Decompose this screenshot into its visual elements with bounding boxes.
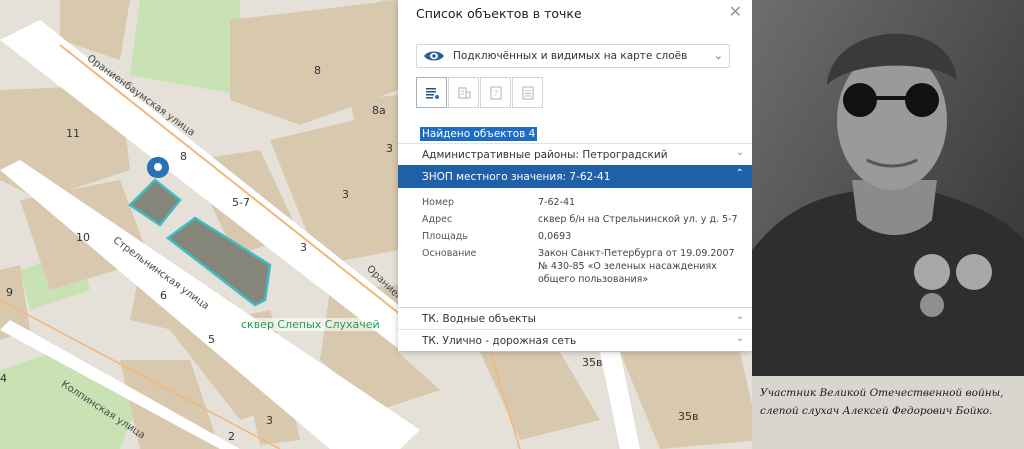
panel-header: Список объектов в точке (398, 0, 752, 26)
detail-row: Адрес сквер б/н на Стрельнинской ул. у д… (422, 213, 742, 226)
building-number: 3 (342, 188, 349, 201)
svg-text:?: ? (493, 89, 497, 98)
found-count: Найдено объектов 4 (420, 127, 538, 141)
detail-row: Площадь 0,0693 (422, 230, 742, 243)
building-number: 35в (678, 410, 699, 423)
eye-icon (424, 51, 444, 61)
list-view-button[interactable] (416, 77, 447, 108)
document-button[interactable] (512, 77, 543, 108)
detail-value: 0,0693 (538, 231, 572, 242)
close-icon[interactable]: ✕ (729, 4, 742, 20)
archive-photo: Участник Великой Отечественной войны, сл… (752, 0, 1024, 449)
building-number: 8 (314, 64, 321, 77)
building-number: 3 (266, 414, 273, 427)
question-doc-icon: ? (489, 85, 502, 100)
section-znop[interactable]: ЗНОП местного значения: 7-62-41 ⌃ (398, 165, 752, 188)
detail-row: Номер 7-62-41 (422, 196, 742, 209)
building-icon (457, 86, 471, 99)
layers-dropdown-label: Подключённых и видимых на карте слоёв (453, 50, 688, 62)
detail-key: Номер (422, 197, 454, 208)
building-number: 8а (372, 104, 386, 117)
layers-dropdown[interactable]: Подключённых и видимых на карте слоёв ⌄ (416, 44, 730, 68)
park-label[interactable]: сквер Слепых Слухачей (240, 318, 381, 331)
portrait-image (752, 0, 1024, 449)
object-list-panel: Список объектов в точке ✕ Подключённых и… (398, 0, 752, 351)
building-view-button[interactable] (448, 77, 479, 108)
section-road-network[interactable]: ТК. Улично - дорожная сеть ⌄ (398, 329, 752, 351)
detail-value: Закон Санкт-Петербурга от 19.09.2007 № 4… (538, 248, 735, 285)
section-water[interactable]: ТК. Водные объекты ⌄ (398, 307, 752, 329)
building-number: 8 (180, 150, 187, 163)
building-number: 5 (208, 333, 215, 346)
section-label: ТК. Улично - дорожная сеть (422, 334, 577, 347)
building-number: 4 (0, 372, 7, 385)
building-number: 9 (6, 286, 13, 299)
chevron-up-icon: ⌃ (735, 168, 744, 179)
detail-row: Основание Закон Санкт-Петербурга от 19.0… (422, 247, 742, 286)
building-number: 3 (300, 241, 307, 254)
object-details: Номер 7-62-41 Адрес сквер б/н на Стрельн… (422, 196, 742, 290)
building-number: 2 (228, 430, 235, 443)
building-number: 5-7 (232, 196, 250, 209)
section-label: ЗНОП местного значения: 7-62-41 (422, 170, 611, 183)
view-toolbar: ? (416, 77, 544, 108)
chevron-down-icon: ⌄ (735, 311, 744, 322)
panel-title: Список объектов в точке (416, 5, 582, 21)
building-number: 3 (386, 142, 393, 155)
chevron-down-icon: ⌄ (735, 333, 744, 344)
chevron-down-icon: ⌄ (713, 49, 723, 62)
detail-value: сквер б/н на Стрельнинской ул. у д. 5-7 (538, 214, 738, 225)
section-label: Административные районы: Петроградский (422, 148, 668, 161)
list-icon (425, 87, 439, 99)
building-number: 11 (66, 127, 80, 140)
detail-value: 7-62-41 (538, 197, 576, 208)
photo-caption: Участник Великой Отечественной войны, сл… (760, 387, 1004, 417)
section-admin-districts[interactable]: Административные районы: Петроградский ⌄ (398, 143, 752, 165)
section-label: ТК. Водные объекты (422, 312, 536, 325)
detail-key: Площадь (422, 231, 468, 242)
building-number: 10 (76, 231, 90, 244)
document-icon (521, 85, 534, 100)
building-number: 6 (160, 289, 167, 302)
building-number: 35в (582, 356, 603, 369)
detail-key: Основание (422, 248, 477, 259)
help-doc-button[interactable]: ? (480, 77, 511, 108)
detail-key: Адрес (422, 214, 453, 225)
chevron-down-icon: ⌄ (735, 147, 744, 158)
